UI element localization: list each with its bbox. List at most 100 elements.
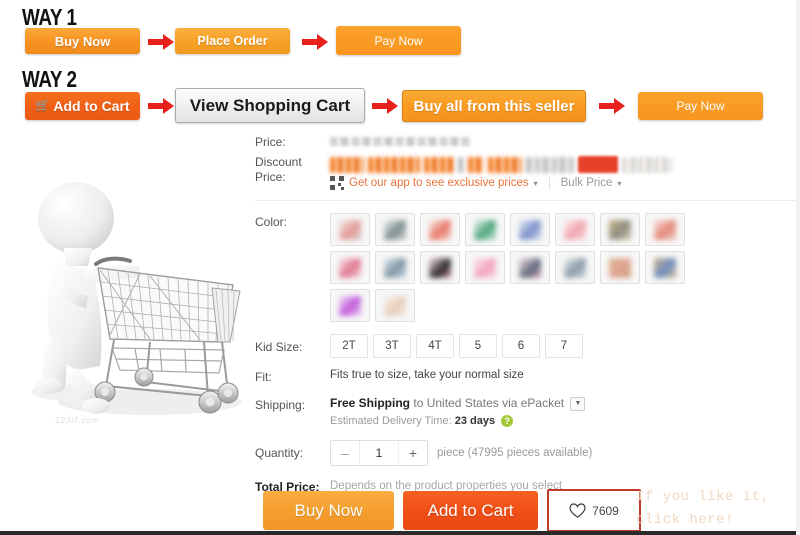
color-swatch[interactable] [510, 251, 550, 284]
color-swatch[interactable] [555, 213, 595, 246]
right-arrow-icon [300, 31, 330, 53]
price-row: Price: [255, 133, 800, 153]
redacted-chip [458, 156, 464, 173]
discount-price-row: Discount Price: Get our app to see exclus… [255, 153, 800, 191]
size-option[interactable]: 2T [330, 334, 368, 358]
shopping-cart-illustration [0, 130, 255, 470]
flow-buy-all-from-seller-button[interactable]: Buy all from this seller [402, 90, 586, 122]
size-option[interactable]: 3T [373, 334, 411, 358]
way-1-label: WAY 1 [22, 4, 77, 30]
redacted-chip [526, 156, 574, 173]
color-swatch[interactable] [600, 251, 640, 284]
color-swatch[interactable] [375, 289, 415, 322]
shopping-cart-icon: 🛒 [35, 98, 51, 112]
app-promo-row[interactable]: Get our app to see exclusive prices ▾ Bu… [330, 176, 800, 190]
fit-row: Fit: Fits true to size, take your normal… [255, 368, 800, 385]
app-promo-text[interactable]: Get our app to see exclusive prices [349, 177, 529, 189]
divider [255, 200, 800, 201]
redacted-chip [468, 156, 484, 173]
price-value-redacted [330, 137, 470, 146]
flow-pay-now-button-2[interactable]: Pay Now [638, 92, 763, 120]
right-arrow-icon [146, 31, 176, 53]
color-swatch[interactable] [600, 213, 640, 246]
color-swatch[interactable] [645, 251, 685, 284]
color-swatch[interactable] [375, 213, 415, 246]
quantity-row: Quantity: – 1 + piece (47995 pieces avai… [255, 439, 800, 466]
kid-size-options: 2T 3T 4T 5 6 7 [330, 334, 800, 358]
color-label: Color: [255, 215, 288, 229]
flow-pay-now-button-1[interactable]: Pay Now [336, 26, 461, 55]
color-swatch[interactable] [330, 213, 370, 246]
discount-badge [578, 156, 618, 173]
quantity-stepper[interactable]: – 1 + [330, 439, 428, 466]
estimated-delivery-value: 23 days [454, 414, 496, 427]
chevron-down-icon[interactable]: ▾ [617, 179, 621, 188]
redacted-chip [368, 156, 420, 173]
divider [548, 177, 550, 189]
redacted-chip [488, 156, 522, 173]
color-swatch[interactable] [555, 251, 595, 284]
right-arrow-icon [597, 95, 627, 117]
shipping-label: Shipping: [255, 398, 306, 412]
color-swatch[interactable] [510, 213, 550, 246]
size-option[interactable]: 7 [545, 334, 583, 358]
flow-buy-now-button[interactable]: Buy Now [25, 28, 140, 54]
color-row: Color: [255, 213, 800, 322]
shipping-method[interactable]: Free Shipping to United States via ePack… [330, 396, 800, 411]
color-swatch[interactable] [420, 213, 460, 246]
quantity-increase-button[interactable]: + [399, 445, 427, 461]
color-swatch[interactable] [465, 251, 505, 284]
flow-place-order-button[interactable]: Place Order [175, 28, 290, 54]
kid-size-label: Kid Size: [255, 339, 303, 354]
kid-size-row: Kid Size: 2T 3T 4T 5 6 7 [255, 334, 800, 358]
discount-price-value: Get our app to see exclusive prices ▾ Bu… [330, 153, 800, 190]
add-to-cart-button[interactable]: Add to Cart [403, 491, 538, 530]
color-swatch[interactable] [420, 251, 460, 284]
fit-label: Fit: [255, 370, 272, 384]
qr-code-icon [330, 176, 344, 190]
shipping-destination-text: to United States via ePacket [413, 396, 565, 410]
price-label: Price: [255, 135, 286, 149]
right-edge-strip [796, 0, 800, 535]
bottom-edge-bar [0, 531, 800, 535]
estimated-delivery-label: Estimated Delivery Time: [330, 414, 452, 427]
redacted-chip [330, 156, 364, 173]
heart-icon [569, 503, 586, 518]
product-detail-panel: Price: Discount Price: Get our app to se… [255, 133, 800, 495]
color-swatch[interactable] [330, 251, 370, 284]
color-swatch[interactable] [645, 213, 685, 246]
flow-view-shopping-cart-button[interactable]: View Shopping Cart [175, 88, 365, 123]
size-option[interactable]: 5 [459, 334, 497, 358]
action-button-bar: Buy Now Add to Cart 7609 [263, 489, 641, 532]
favorite-button[interactable]: 7609 [547, 489, 641, 532]
quantity-value[interactable]: 1 [359, 440, 399, 465]
buy-now-button[interactable]: Buy Now [263, 491, 394, 530]
color-swatch[interactable] [330, 289, 370, 322]
chevron-down-icon[interactable]: ▾ [534, 179, 538, 188]
color-swatch[interactable] [465, 213, 505, 246]
image-watermark: 123rf.com [55, 416, 100, 425]
estimated-delivery-row: Estimated Delivery Time: 23 days ? [330, 415, 800, 427]
shipping-row: Shipping: Free Shipping to United States… [255, 396, 800, 427]
redacted-chip [424, 156, 454, 173]
flow-add-to-cart-button[interactable]: 🛒 Add to Cart [25, 92, 140, 120]
flow-add-to-cart-label: Add to Cart [53, 98, 130, 114]
question-mark-icon[interactable]: ? [501, 414, 514, 427]
color-swatch[interactable] [375, 251, 415, 284]
bulk-price-text[interactable]: Bulk Price [561, 177, 613, 189]
chevron-down-icon[interactable]: ▼ [570, 396, 586, 411]
size-option[interactable]: 4T [416, 334, 454, 358]
color-swatch-list [330, 213, 718, 322]
favorite-count: 7609 [592, 503, 619, 518]
quantity-availability-note: piece (47995 pieces available) [437, 446, 593, 459]
product-image[interactable]: 123rf.com [0, 130, 255, 470]
quantity-decrease-button[interactable]: – [331, 445, 359, 461]
quantity-label: Quantity: [255, 446, 304, 461]
discount-price-redacted [330, 156, 800, 173]
shipping-free-text: Free Shipping [330, 396, 411, 410]
size-option[interactable]: 6 [502, 334, 540, 358]
right-arrow-icon [146, 95, 176, 117]
price-value [330, 133, 800, 151]
favorite-hint-line-1: If you like it, [636, 489, 770, 505]
way-2-label: WAY 2 [22, 66, 77, 92]
